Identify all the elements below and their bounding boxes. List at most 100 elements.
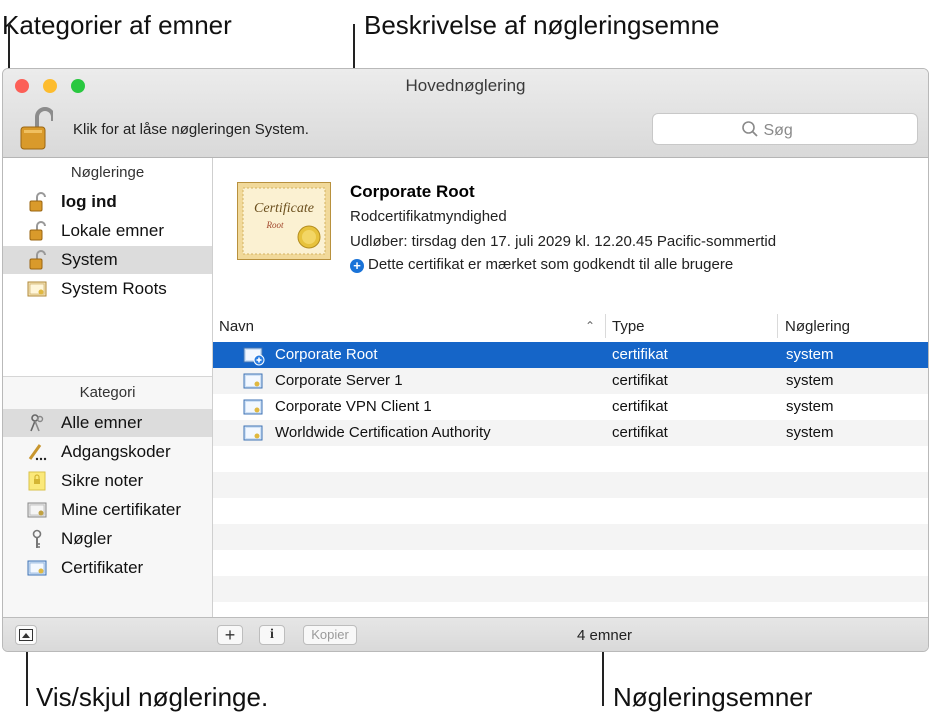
callout-line-toggle <box>26 644 28 706</box>
search-placeholder: Søg <box>763 122 793 139</box>
column-header-type[interactable]: Type <box>612 318 645 335</box>
sidebar-item-system-roots[interactable]: System Roots <box>3 275 212 303</box>
keychains-header: Nøgleringe <box>70 164 145 181</box>
certificate-icon <box>243 424 263 442</box>
row-keychain: system <box>786 346 834 363</box>
my-certificate-icon <box>27 500 47 520</box>
row-type: certifikat <box>612 346 668 363</box>
category-label: Sikre noter <box>61 471 144 490</box>
row-type: certifikat <box>612 398 668 415</box>
keys-icon <box>27 413 47 433</box>
item-expiry: Udløber: tirsdag den 17. juli 2029 kl. 1… <box>350 233 777 250</box>
sidebar-item-login[interactable]: log ind <box>3 188 212 216</box>
item-count: 4 emner <box>577 627 633 644</box>
category-label: Adgangskoder <box>61 442 171 461</box>
lock-icon <box>27 250 47 270</box>
certificate-icon <box>243 398 263 416</box>
callout-categories: Kategorier af emner <box>2 10 232 40</box>
certificate-title-text: Certificate <box>254 201 314 216</box>
sidebar-item-local-items[interactable]: Lokale emner <box>3 217 212 245</box>
note-icon <box>27 471 47 491</box>
category-label: Certifikater <box>61 558 144 577</box>
empty-row <box>213 472 928 498</box>
column-divider[interactable] <box>777 314 778 338</box>
empty-row <box>213 550 928 576</box>
column-divider[interactable] <box>605 314 606 338</box>
trust-status: + Dette certifikat er mærket som godkendt… <box>350 256 733 273</box>
lock-instruction: Klik for at låse nøgleringen System. <box>73 121 309 138</box>
row-keychain: system <box>786 424 834 441</box>
callout-items: Nøgleringsemner <box>613 682 813 712</box>
certificate-icon <box>27 558 47 578</box>
window-title: Hovednøglering <box>405 76 526 95</box>
empty-row <box>213 498 928 524</box>
category-section: Kategori Alle emner Adgangskoder Sikre n… <box>3 376 212 618</box>
toggle-keychains-button[interactable] <box>15 625 37 645</box>
table-row[interactable]: Worldwide Certification Authority certif… <box>213 420 928 446</box>
category-item-passwords[interactable]: Adgangskoder <box>3 438 212 466</box>
row-name: Corporate VPN Client 1 <box>275 398 432 415</box>
info-button[interactable]: i <box>259 625 285 645</box>
key-icon <box>27 529 47 549</box>
trust-text: Dette certifikat er mærket som godkendt … <box>368 256 734 273</box>
category-item-keys[interactable]: Nøgler <box>3 525 212 553</box>
row-name: Corporate Server 1 <box>275 372 403 389</box>
items-table: Navn ⌃ Type Nøglering Corporate Root cer… <box>213 310 928 617</box>
certificate-icon <box>27 279 47 299</box>
row-name: Corporate Root <box>275 346 378 363</box>
bottom-bar: + i Kopier 4 emner <box>3 617 928 651</box>
row-type: certifikat <box>612 372 668 389</box>
column-header-name[interactable]: Navn <box>219 318 254 335</box>
category-item-my-certificates[interactable]: Mine certifikater <box>3 496 212 524</box>
category-item-secure-notes[interactable]: Sikre noter <box>3 467 212 495</box>
sidebar-item-label: System Roots <box>61 279 167 298</box>
category-label: Alle emner <box>61 413 143 432</box>
copy-button[interactable]: Kopier <box>303 625 357 645</box>
keychain-window: Hovednøglering Klik for at låse nøglerin… <box>2 68 929 652</box>
category-label: Nøgler <box>61 529 113 548</box>
sidebar-toggle-icon <box>19 629 33 641</box>
lock-icon <box>27 221 47 241</box>
row-keychain: system <box>786 372 834 389</box>
empty-row <box>213 446 928 472</box>
search-placeholder-group: Søg <box>741 120 793 143</box>
category-item-all[interactable]: Alle emner <box>3 409 212 437</box>
add-item-button[interactable]: + <box>217 625 243 645</box>
search-icon <box>741 120 759 143</box>
item-description: Certificate Root Corporate Root Rodcerti… <box>213 158 928 310</box>
unlocked-padlock-icon[interactable] <box>19 105 55 151</box>
category-header: Kategori <box>79 384 136 401</box>
plus-circle-icon: + <box>350 259 364 273</box>
sort-ascending-icon[interactable]: ⌃ <box>585 319 595 333</box>
empty-row <box>213 576 928 602</box>
sidebar-item-label: Lokale emner <box>61 221 165 240</box>
item-kind: Rodcertifikatmyndighed <box>350 208 507 225</box>
search-field[interactable]: Søg <box>652 113 918 145</box>
row-name: Worldwide Certification Authority <box>275 424 491 441</box>
empty-row <box>213 524 928 550</box>
sidebar: Nøgleringe log ind Lokale emner System S… <box>3 158 213 618</box>
callout-line-items <box>602 650 604 706</box>
certificate-icon <box>243 372 263 390</box>
row-type: certifikat <box>612 424 668 441</box>
row-keychain: system <box>786 398 834 415</box>
item-name: Corporate Root <box>350 182 475 201</box>
column-header-keychain[interactable]: Nøglering <box>785 318 850 335</box>
certificate-sub-text: Root <box>266 220 284 230</box>
category-label: Mine certifikater <box>61 500 181 519</box>
sidebar-item-label: System <box>61 250 118 269</box>
lock-icon <box>27 192 47 212</box>
toolbar: Hovednøglering Klik for at låse nøglerin… <box>3 69 928 158</box>
table-header: Navn ⌃ Type Nøglering <box>213 310 928 343</box>
certificate-root-icon <box>243 346 265 366</box>
table-row[interactable]: Corporate Server 1 certifikat system <box>213 368 928 394</box>
callout-description: Beskrivelse af nøgleringsemne <box>364 10 720 40</box>
sidebar-item-label: log ind <box>61 192 117 211</box>
table-row[interactable]: Corporate Root certifikat system <box>213 342 928 368</box>
table-row[interactable]: Corporate VPN Client 1 certifikat system <box>213 394 928 420</box>
certificate-preview-icon: Certificate Root <box>237 182 331 260</box>
pencil-icon <box>27 442 47 462</box>
callout-toggle: Vis/skjul nøgleringe. <box>36 682 269 712</box>
category-item-certificates[interactable]: Certifikater <box>3 554 212 582</box>
sidebar-item-system[interactable]: System <box>3 246 212 274</box>
